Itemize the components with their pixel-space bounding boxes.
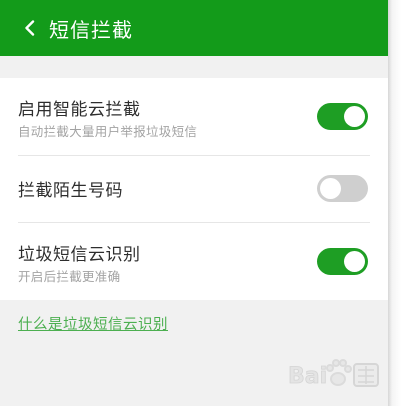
setting-row-smart-cloud-intercept[interactable]: 启用智能云拦截 自动拦截大量用户举报垃圾短信 xyxy=(0,78,388,155)
setting-subtitle: 开启后拦截更准确 xyxy=(18,269,121,284)
header-bar: 短信拦截 xyxy=(0,0,388,56)
setting-label: 启用智能云拦截 xyxy=(18,100,141,120)
toggle-knob xyxy=(344,106,365,127)
setting-row-spam-cloud-recognition[interactable]: 垃圾短信云识别 开启后拦截更准确 xyxy=(0,223,388,300)
baidu-paw-logo: Bai xyxy=(288,359,379,389)
app-screen: 短信拦截 启用智能云拦截 自动拦截大量用户举报垃圾短信 拦截陌生号码 垃圾短信云… xyxy=(0,0,388,406)
block-unknown-numbers-toggle[interactable] xyxy=(317,175,368,202)
toggle-knob xyxy=(344,251,365,272)
toggle-knob xyxy=(320,178,341,199)
screen-edge-shadow xyxy=(388,0,401,406)
page-title: 短信拦截 xyxy=(49,17,133,42)
setting-row-block-unknown-numbers[interactable]: 拦截陌生号码 xyxy=(0,156,388,222)
chevron-left-icon xyxy=(24,20,34,36)
smart-cloud-intercept-toggle[interactable] xyxy=(317,103,368,130)
spam-cloud-recognition-toggle[interactable] xyxy=(317,248,368,275)
settings-card: 启用智能云拦截 自动拦截大量用户举报垃圾短信 拦截陌生号码 垃圾短信云识别 开启… xyxy=(0,78,388,300)
help-link[interactable]: 什么是垃圾短信云识别 xyxy=(18,313,168,334)
setting-subtitle: 自动拦截大量用户举报垃圾短信 xyxy=(18,124,198,139)
back-button[interactable] xyxy=(21,20,37,36)
setting-label: 垃圾短信云识别 xyxy=(18,245,141,265)
setting-label: 拦截陌生号码 xyxy=(18,181,123,201)
section-gap xyxy=(0,56,388,78)
svg-text:Bai: Bai xyxy=(288,364,327,389)
